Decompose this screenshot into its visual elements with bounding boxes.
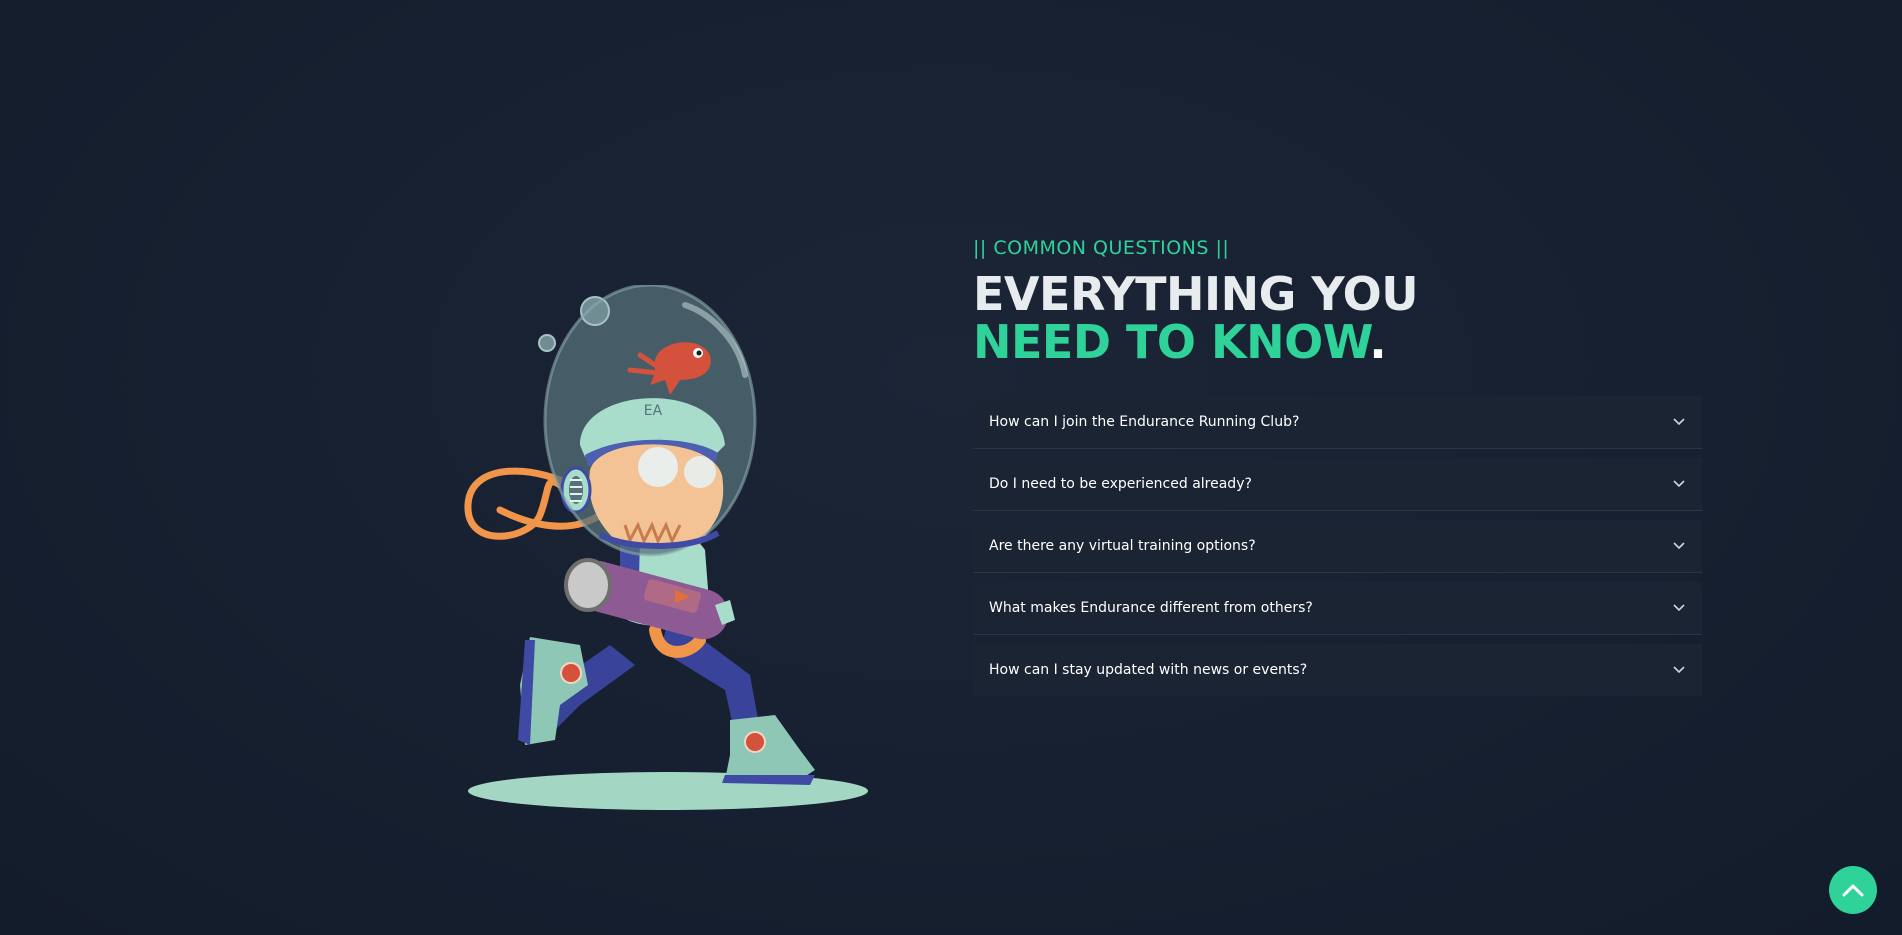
faq-question: Do I need to be experienced already? bbox=[989, 476, 1252, 492]
section-eyebrow: || COMMON QUESTIONS || bbox=[973, 237, 1230, 259]
chevron-down-icon bbox=[1672, 663, 1686, 677]
svg-text:EA: EA bbox=[644, 403, 663, 419]
faq-question: Are there any virtual training options? bbox=[989, 538, 1256, 554]
chevron-down-icon bbox=[1672, 539, 1686, 553]
faq-question: What makes Endurance different from othe… bbox=[989, 600, 1313, 616]
faq-section: || COMMON QUESTIONS || EVERYTHING YOU NEE… bbox=[973, 236, 1702, 705]
section-heading: EVERYTHING YOU NEED TO KNOW. bbox=[973, 270, 1702, 366]
faq-item-different[interactable]: What makes Endurance different from othe… bbox=[973, 582, 1702, 635]
faq-list: How can I join the Endurance Running Clu… bbox=[973, 396, 1702, 696]
faq-item-experience[interactable]: Do I need to be experienced already? bbox=[973, 458, 1702, 511]
scroll-to-top-button[interactable] bbox=[1829, 866, 1877, 914]
faq-page: EA || COMMON QUESTIONS || EVERYTHING YOU… bbox=[0, 0, 1902, 935]
faq-question: How can I join the Endurance Running Clu… bbox=[989, 414, 1300, 430]
faq-question: How can I stay updated with news or even… bbox=[989, 662, 1308, 678]
chevron-down-icon bbox=[1672, 477, 1686, 491]
heading-line-2: NEED TO KNOW bbox=[973, 315, 1370, 369]
chevron-down-icon bbox=[1672, 601, 1686, 615]
heading-line-1: EVERYTHING YOU bbox=[973, 267, 1419, 321]
faq-item-virtual-training[interactable]: Are there any virtual training options? bbox=[973, 520, 1702, 573]
faq-item-updates[interactable]: How can I stay updated with news or even… bbox=[973, 644, 1702, 696]
chevron-up-icon bbox=[1842, 884, 1864, 897]
skeleton-astronaut-illustration: EA bbox=[464, 285, 868, 810]
chevron-down-icon bbox=[1672, 415, 1686, 429]
faq-item-join[interactable]: How can I join the Endurance Running Clu… bbox=[973, 396, 1702, 449]
heading-dot: . bbox=[1369, 315, 1387, 369]
